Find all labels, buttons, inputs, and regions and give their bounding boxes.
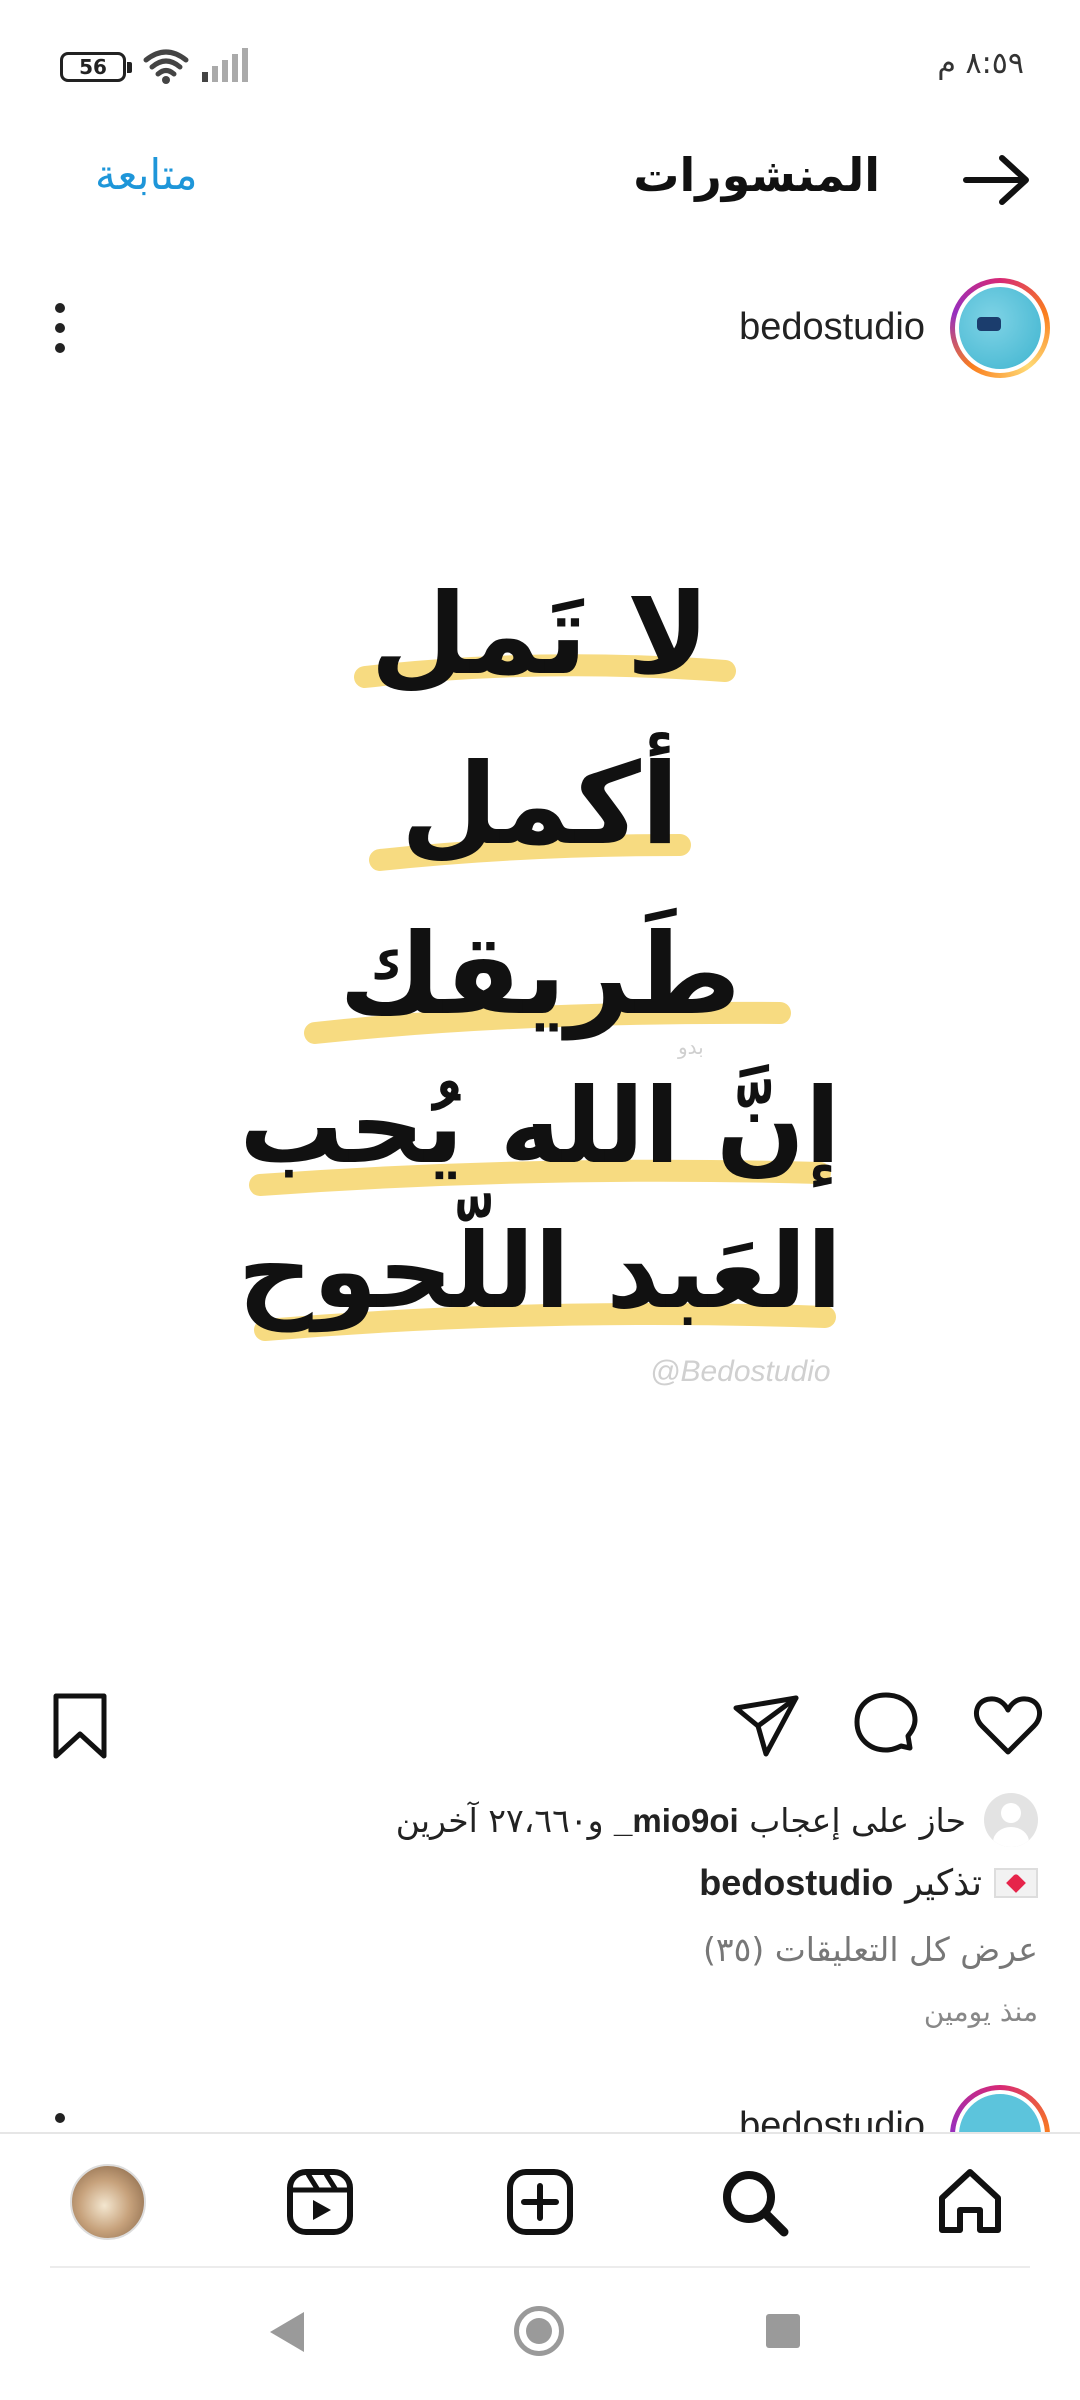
system-back-icon[interactable] (270, 2312, 304, 2352)
home-icon[interactable] (932, 2164, 1008, 2240)
battery-icon: 56 (60, 52, 132, 82)
search-icon[interactable] (716, 2164, 792, 2240)
calligraphy-line: العَبد اللّحوح (237, 1210, 843, 1332)
post-actions (0, 1690, 1080, 1770)
clock: ٨:٥٩ م (937, 46, 1024, 81)
signal-icon (202, 48, 248, 82)
caption-text: تذكير (905, 1862, 982, 1904)
liker-avatar (984, 1793, 1038, 1847)
post-author-avatar[interactable] (950, 278, 1050, 378)
follow-button[interactable]: متابعة (95, 150, 197, 199)
top-app-bar: المنشورات متابعة (0, 140, 1080, 220)
calligraphy-line: إنَّ الله يُحب (239, 1065, 841, 1187)
next-post-username[interactable]: bedostudio (739, 2105, 925, 2135)
more-options-icon[interactable] (52, 300, 68, 356)
likes-text: حاز على إعجاب mio9oi_ و٢٧،٦٦٠ آخرين (396, 1801, 966, 1840)
caption-username[interactable]: bedostudio (699, 1862, 893, 1904)
page-title: المنشورات (633, 148, 880, 202)
battery-level: 56 (79, 55, 107, 79)
reels-icon[interactable] (282, 2164, 358, 2240)
view-all-comments-link[interactable]: عرض كل التعليقات (٣٥) (703, 1930, 1038, 1969)
wifi-icon (143, 49, 189, 84)
calligraphy-line: لا تَمل (370, 570, 710, 700)
system-recents-icon[interactable] (766, 2314, 800, 2348)
watermark: @Bedostudio (650, 1355, 831, 1388)
next-post-header: bedostudio (0, 2085, 1080, 2135)
bookmark-icon[interactable] (44, 1690, 116, 1762)
system-navigation-bar (0, 2270, 1080, 2400)
calligraphy-line: أكمل (400, 740, 680, 870)
bottom-navigation (0, 2132, 1080, 2267)
post-image[interactable]: لا تَمل أكمل طَريقك إنَّ الله يُحب العَب… (0, 395, 1080, 1665)
liker-username[interactable]: mio9oi_ (614, 1802, 739, 1839)
watermark-small: بدو (678, 1035, 704, 1059)
post-timestamp: منذ يومين (923, 1995, 1038, 2028)
more-options-icon[interactable] (55, 2113, 65, 2123)
send-icon[interactable] (730, 1690, 802, 1762)
system-home-icon[interactable] (514, 2306, 564, 2356)
post-caption: bedostudio تذكير (699, 1862, 1038, 1904)
arrow-right-icon[interactable] (960, 150, 1036, 210)
heart-icon[interactable] (972, 1690, 1044, 1762)
divider (50, 2266, 1030, 2268)
post-header: bedostudio (0, 270, 1080, 390)
calligraphy-line: طَريقك (338, 910, 742, 1040)
next-post-avatar[interactable] (950, 2085, 1050, 2135)
post-author-username[interactable]: bedostudio (739, 306, 925, 349)
love-letter-icon (994, 1868, 1038, 1898)
status-bar: 56 ٨:٥٩ م (0, 0, 1080, 130)
add-post-icon[interactable] (502, 2164, 578, 2240)
likes-prefix: حاز على إعجاب (749, 1800, 966, 1840)
profile-avatar[interactable] (70, 2164, 146, 2240)
likes-suffix: و٢٧،٦٦٠ آخرين (395, 1800, 604, 1840)
likes-summary[interactable]: حاز على إعجاب mio9oi_ و٢٧،٦٦٠ آخرين (396, 1790, 1038, 1850)
comment-icon[interactable] (850, 1690, 922, 1762)
